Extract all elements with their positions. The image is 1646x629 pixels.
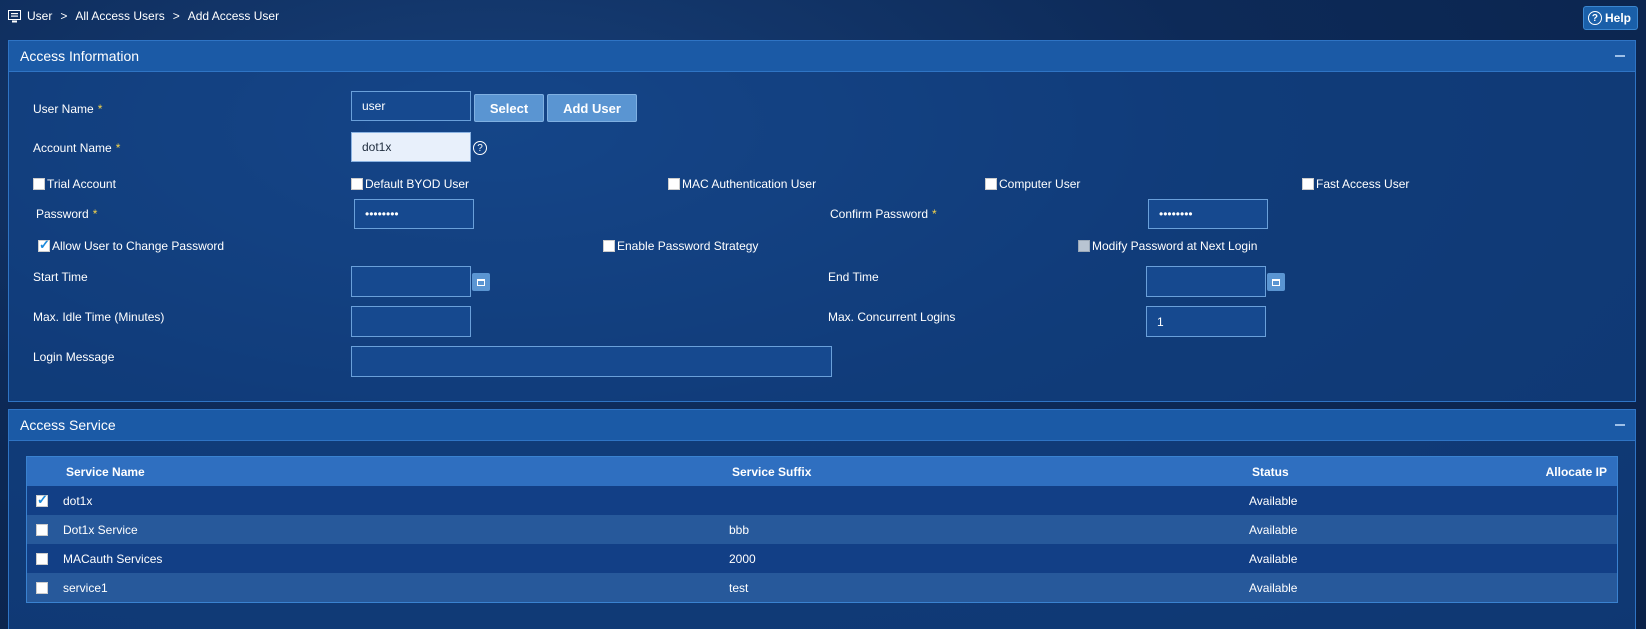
max-idle-time-label: Max. Idle Time (Minutes) bbox=[33, 310, 165, 324]
row-checkbox[interactable] bbox=[36, 492, 48, 508]
help-label: Help bbox=[1604, 11, 1631, 25]
calendar-icon bbox=[1272, 278, 1280, 286]
calendar-icon bbox=[477, 278, 485, 286]
service-status: Available bbox=[1249, 493, 1298, 508]
service-suffix: test bbox=[729, 580, 749, 595]
select-button[interactable]: Select bbox=[474, 94, 544, 122]
service-name: MACauth Services bbox=[63, 551, 163, 566]
table-row[interactable]: dot1x Available bbox=[27, 486, 1617, 515]
service-name: dot1x bbox=[63, 493, 93, 508]
service-status: Available bbox=[1249, 580, 1298, 595]
breadcrumb-separator: > bbox=[60, 9, 68, 23]
row-checkbox[interactable] bbox=[36, 523, 48, 536]
column-status[interactable]: Status bbox=[1252, 465, 1289, 479]
question-icon[interactable]: ? bbox=[473, 141, 487, 155]
mac-authentication-user-checkbox[interactable]: MAC Authentication User bbox=[668, 177, 816, 191]
table-row[interactable]: MACauth Services 2000 Available bbox=[27, 544, 1617, 573]
start-time-label: Start Time bbox=[33, 270, 88, 284]
breadcrumb-all-access-users[interactable]: All Access Users bbox=[75, 9, 164, 23]
trial-account-checkbox[interactable]: Trial Account bbox=[33, 177, 116, 191]
max-concurrent-logins-input[interactable] bbox=[1146, 306, 1266, 337]
allow-change-password-checkbox[interactable]: Allow User to Change Password bbox=[38, 237, 224, 253]
checkbox[interactable] bbox=[38, 237, 50, 253]
service-name: Dot1x Service bbox=[63, 522, 138, 537]
access-service-table: Service Name Service Suffix Status Alloc… bbox=[26, 456, 1618, 603]
access-information-panel: Access Information User Name* Select Add… bbox=[8, 40, 1636, 402]
row-checkbox[interactable] bbox=[36, 552, 48, 565]
account-name-input[interactable] bbox=[351, 132, 471, 162]
checkbox[interactable] bbox=[351, 178, 363, 190]
add-user-button[interactable]: Add User bbox=[547, 94, 637, 122]
table-header: Service Name Service Suffix Status Alloc… bbox=[27, 457, 1617, 486]
password-input[interactable] bbox=[354, 199, 474, 229]
end-time-calendar-button[interactable] bbox=[1267, 273, 1285, 291]
access-information-header[interactable]: Access Information bbox=[9, 41, 1635, 72]
fast-access-user-checkbox[interactable]: Fast Access User bbox=[1302, 177, 1409, 191]
start-time-input[interactable] bbox=[351, 266, 471, 297]
end-time-label: End Time bbox=[828, 270, 879, 284]
collapse-icon[interactable] bbox=[1615, 55, 1625, 57]
top-bar: User > All Access Users > Add Access Use… bbox=[0, 0, 1646, 34]
service-suffix: bbb bbox=[729, 522, 750, 537]
breadcrumb-separator: > bbox=[172, 9, 180, 23]
column-service-name[interactable]: Service Name bbox=[66, 465, 145, 479]
checkbox[interactable] bbox=[668, 178, 680, 190]
password-label: Password * bbox=[36, 207, 98, 221]
table-row[interactable]: Dot1x Service bbb Available bbox=[27, 515, 1617, 544]
access-information-title: Access Information bbox=[20, 48, 140, 64]
access-service-header[interactable]: Access Service bbox=[9, 410, 1635, 441]
confirm-password-label: Confirm Password * bbox=[830, 207, 937, 221]
max-idle-time-input[interactable] bbox=[351, 306, 471, 337]
end-time-input[interactable] bbox=[1146, 266, 1266, 297]
login-message-input[interactable] bbox=[351, 346, 832, 377]
collapse-icon[interactable] bbox=[1615, 424, 1625, 426]
checkbox[interactable] bbox=[603, 240, 615, 252]
access-service-title: Access Service bbox=[20, 417, 116, 433]
enable-password-strategy-checkbox[interactable]: Enable Password Strategy bbox=[603, 239, 758, 253]
default-byod-user-checkbox[interactable]: Default BYOD User bbox=[351, 177, 469, 191]
table-row[interactable]: service1 test Available bbox=[27, 573, 1617, 602]
modify-password-next-login-checkbox: Modify Password at Next Login bbox=[1078, 239, 1257, 253]
computer-user-checkbox[interactable]: Computer User bbox=[985, 177, 1080, 191]
service-status: Available bbox=[1249, 522, 1298, 537]
checkbox[interactable] bbox=[33, 178, 45, 190]
checkbox bbox=[1078, 240, 1090, 252]
service-status: Available bbox=[1249, 551, 1298, 566]
breadcrumb-user[interactable]: User bbox=[27, 9, 52, 23]
breadcrumb-add-access-user: Add Access User bbox=[187, 9, 280, 23]
column-service-suffix[interactable]: Service Suffix bbox=[732, 465, 811, 479]
confirm-password-input[interactable] bbox=[1148, 199, 1268, 229]
max-concurrent-logins-label: Max. Concurrent Logins bbox=[828, 310, 956, 324]
service-suffix: 2000 bbox=[729, 551, 756, 566]
row-checkbox[interactable] bbox=[36, 581, 48, 594]
user-name-input[interactable] bbox=[351, 91, 471, 121]
service-name: service1 bbox=[63, 580, 108, 595]
start-time-calendar-button[interactable] bbox=[472, 273, 490, 291]
help-button[interactable]: ? Help bbox=[1582, 6, 1638, 30]
account-name-label: Account Name * bbox=[33, 141, 121, 155]
question-icon: ? bbox=[1587, 11, 1602, 25]
breadcrumb: User > All Access Users > Add Access Use… bbox=[8, 9, 279, 23]
user-list-icon bbox=[8, 9, 21, 22]
access-service-panel: Access Service Service Name Service Suff… bbox=[8, 409, 1636, 629]
checkbox[interactable] bbox=[985, 178, 997, 190]
user-name-label: User Name * bbox=[33, 102, 103, 116]
checkbox[interactable] bbox=[1302, 178, 1314, 190]
column-allocate-ip[interactable]: Allocate IP bbox=[1546, 465, 1607, 479]
login-message-label: Login Message bbox=[33, 350, 115, 364]
